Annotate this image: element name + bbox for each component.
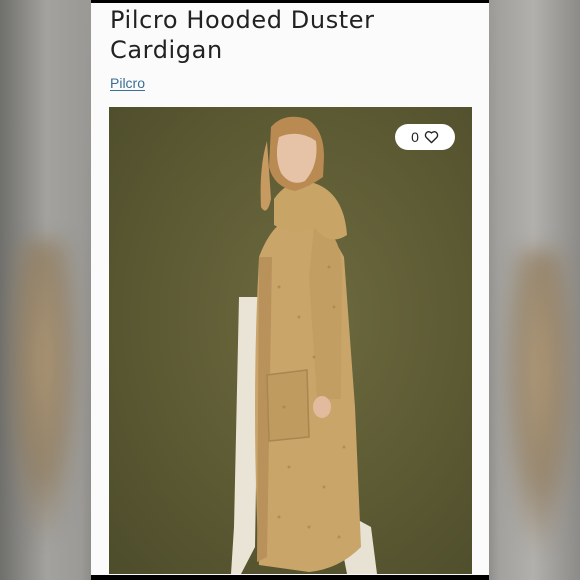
listing-title: Pilcro Hooded Duster Cardigan bbox=[110, 6, 375, 64]
blurred-backdrop-figure-left bbox=[8, 240, 78, 540]
product-photo[interactable]: 0 bbox=[109, 107, 472, 574]
model-in-cardigan-illustration bbox=[231, 116, 377, 574]
like-button[interactable]: 0 bbox=[395, 124, 455, 150]
heart-icon bbox=[424, 130, 439, 144]
brand-link[interactable]: Pilcro bbox=[110, 75, 145, 91]
listing-card: Pilcro Hooded Duster Cardigan Pilcro 0 bbox=[91, 0, 489, 580]
blurred-backdrop-figure-right bbox=[505, 250, 575, 550]
like-count: 0 bbox=[411, 129, 419, 145]
